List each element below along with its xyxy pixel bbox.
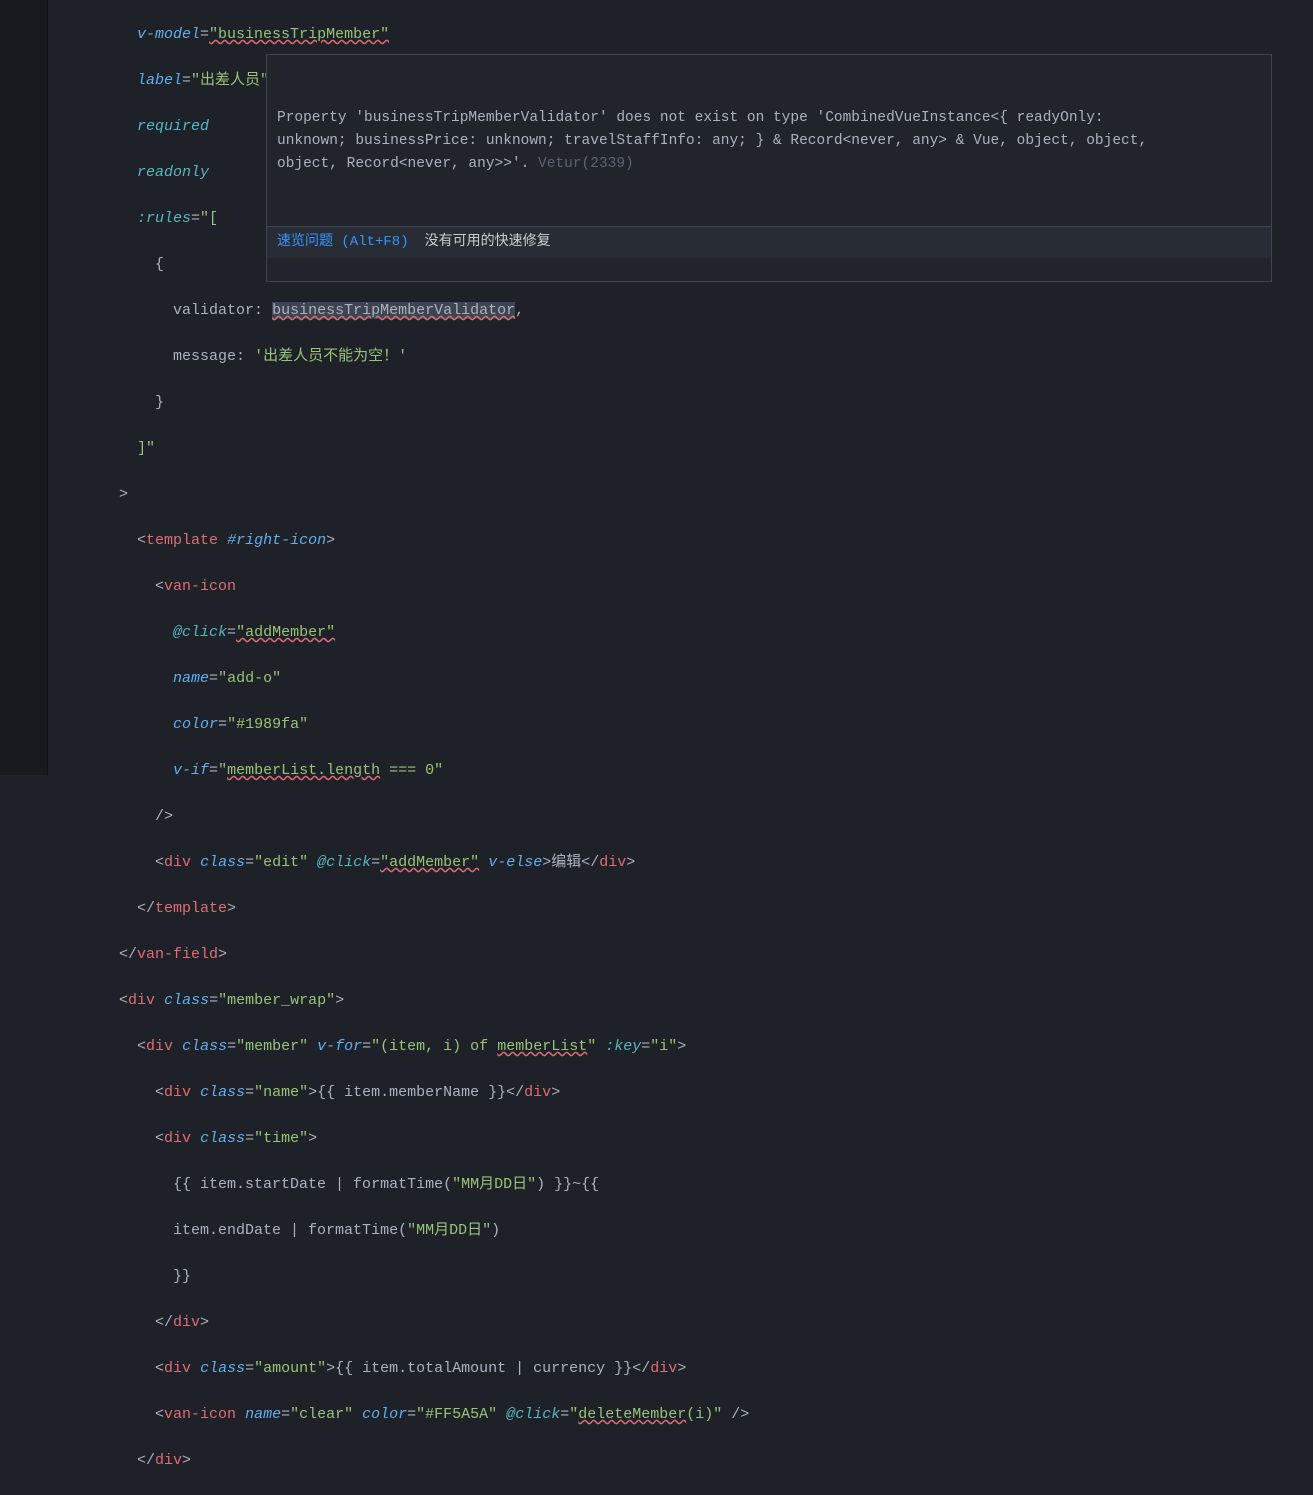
slot-right-icon: #right-icon (227, 532, 326, 549)
attr-vif: v-if (173, 762, 209, 779)
attr-label: label (137, 72, 182, 89)
brace-open: { (155, 256, 164, 273)
val-color1: "#1989fa" (227, 716, 308, 733)
attr-readonly: readonly (137, 164, 209, 181)
rules-close: ]" (137, 440, 155, 457)
cls-member-wrap: "member_wrap" (218, 992, 335, 1009)
text-edit: 编辑 (551, 854, 581, 871)
attr-name: name (173, 670, 209, 687)
tag-end: > (119, 486, 128, 503)
validator-value: businessTripMemberValidator (272, 302, 515, 319)
time-line3: }} (173, 1268, 191, 1285)
tooltip-line2: unknown; businessPrice: unknown; travelS… (277, 133, 1147, 149)
attr-vfor: v-for (317, 1038, 362, 1055)
mustache-amount: {{ item.totalAmount | currency }} (335, 1360, 632, 1377)
tag-template: template (146, 532, 218, 549)
no-quickfix-label: 没有可用的快速修复 (425, 234, 551, 250)
val-addo: "add-o" (218, 670, 281, 687)
tooltip-line3: object, Record<never, any>>'. (277, 156, 529, 172)
tooltip-actions: 速览问题 (Alt+F8) 没有可用的快速修复 (267, 226, 1271, 258)
message-key: message (173, 348, 236, 365)
tag-van-icon: van-icon (164, 578, 236, 595)
val-vmodel: "businessTripMember" (209, 26, 389, 43)
attr-key: :key (605, 1038, 641, 1055)
tooltip-line1: Property 'businessTripMemberValidator' d… (277, 110, 1104, 126)
tooltip-message: Property 'businessTripMemberValidator' d… (267, 101, 1271, 180)
message-value: '出差人员不能为空！' (254, 348, 407, 365)
rules-open: "[ (200, 210, 218, 227)
tag-div: div (164, 854, 191, 871)
attr-vmodel: v-model (137, 26, 200, 43)
self-close: /> (155, 808, 173, 825)
validator-key: validator (173, 302, 254, 319)
error-hover-tooltip: Property 'businessTripMemberValidator' d… (266, 54, 1272, 282)
attr-rules: :rules (137, 210, 191, 227)
attr-color: color (173, 716, 218, 733)
mustache-membername: {{ item.memberName }} (317, 1084, 506, 1101)
peek-problem-link[interactable]: 速览问题 (Alt+F8) (277, 234, 409, 250)
tag-van-field: van-field (137, 946, 218, 963)
brace-close: } (155, 394, 164, 411)
attr-velse: v-else (488, 854, 542, 871)
val-label: "出差人员" (191, 72, 269, 89)
attr-required: required (137, 118, 209, 135)
attr-click: @click (173, 624, 227, 641)
val-addmember: "addMember" (236, 624, 335, 641)
tooltip-code: Vetur(2339) (538, 156, 634, 172)
